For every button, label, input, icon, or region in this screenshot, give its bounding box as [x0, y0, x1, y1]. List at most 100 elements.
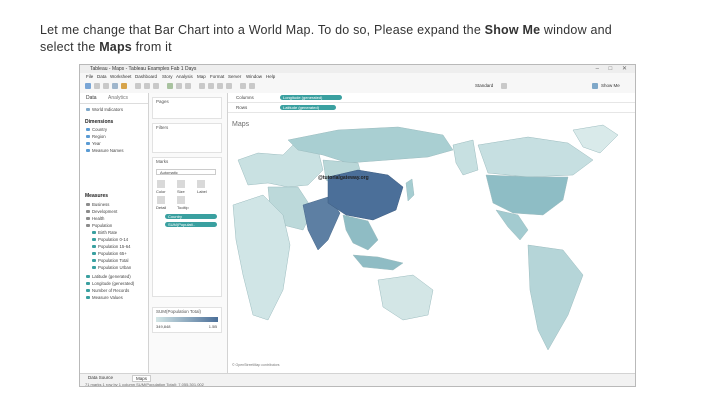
measure-pop-urban[interactable]: Population Urban [92, 265, 131, 270]
color-button[interactable]: Color [156, 189, 166, 194]
hash-icon [92, 252, 96, 256]
menu-analysis[interactable]: Analysis [176, 74, 193, 79]
menu-file[interactable]: File [86, 74, 93, 79]
menu-bar: File Data Worksheet Dashboard Story Anal… [80, 73, 635, 80]
latitude-pill[interactable]: Latitude (generated) [280, 105, 336, 110]
measure-number-of-records[interactable]: Number of Records [86, 288, 129, 293]
tab-data[interactable]: Data [86, 95, 97, 101]
legend-gradient [156, 317, 218, 322]
share-icon[interactable] [249, 83, 255, 89]
map-view[interactable]: Maps @tutorialgateway.org © OpenStreetMa… [228, 115, 636, 373]
measure-values[interactable]: Measure Values [86, 295, 123, 300]
rows-shelf[interactable]: Rows Latitude (generated) [228, 103, 635, 113]
measure-folder-development[interactable]: Development [86, 209, 117, 214]
menu-format[interactable]: Format [210, 74, 224, 79]
menu-map[interactable]: Map [197, 74, 206, 79]
measure-birth-rate[interactable]: Birth Rate [92, 230, 117, 235]
country-pill[interactable]: Country [165, 214, 217, 219]
label-icon[interactable] [197, 180, 205, 188]
new-sheet-icon[interactable] [135, 83, 141, 89]
highlight-icon[interactable] [199, 83, 205, 89]
save-icon[interactable] [112, 83, 118, 89]
menu-story[interactable]: Story [162, 74, 173, 79]
tooltip-icon[interactable] [177, 196, 185, 204]
canada-region [477, 136, 594, 178]
new-datasource-icon[interactable] [121, 83, 127, 89]
size-button[interactable]: Size [177, 189, 185, 194]
legend-min: 349,848 [156, 324, 171, 329]
datasource-tab[interactable]: Data Source [88, 375, 113, 380]
legend-title: SUM(Population Total) [156, 309, 201, 314]
labels-icon[interactable] [217, 83, 223, 89]
clear-icon[interactable] [153, 83, 159, 89]
dimension-measure-names[interactable]: Measure Names [86, 148, 124, 153]
fix-axes-icon[interactable] [226, 83, 232, 89]
dimension-year[interactable]: Year [86, 141, 101, 146]
status-info: 71 marks 1 row by 1 column SUM(Populatio… [85, 382, 204, 387]
longitude-pill[interactable]: Longitude (generated) [280, 95, 342, 100]
fit-icon[interactable] [501, 83, 507, 89]
dimension-country[interactable]: Country [86, 127, 107, 132]
menu-dashboard[interactable]: Dashboard [135, 74, 157, 79]
datasource-item[interactable]: World Indicators [86, 107, 123, 112]
view-size-dropdown[interactable]: Standard [475, 83, 493, 88]
columns-shelf[interactable]: Columns Longitude (generated) [228, 93, 635, 103]
size-icon[interactable] [177, 180, 185, 188]
caption-text: from it [131, 40, 172, 54]
swap-icon[interactable] [167, 83, 173, 89]
caption-text: Let me change that Bar Chart into a Worl… [40, 23, 485, 37]
measure-folder-health[interactable]: Health [86, 216, 104, 221]
measure-pop-0-14[interactable]: Population 0-14 [92, 237, 128, 242]
globe-icon [86, 128, 90, 132]
folder-icon [86, 217, 90, 221]
detail-icon[interactable] [157, 196, 165, 204]
world-map[interactable] [228, 115, 636, 373]
window-controls[interactable]: – □ ✕ [596, 65, 631, 72]
measure-longitude[interactable]: Longitude (generated) [86, 281, 134, 286]
redo-icon[interactable] [103, 83, 109, 89]
measure-pop-15-64[interactable]: Population 15-64 [92, 244, 131, 249]
show-me-icon[interactable] [592, 83, 598, 89]
mark-type-dropdown[interactable]: Automatic [156, 169, 216, 175]
dimension-region[interactable]: Region [86, 134, 106, 139]
measure-latitude[interactable]: Latitude (generated) [86, 274, 131, 279]
abc-icon [86, 149, 90, 153]
calendar-icon [86, 142, 90, 146]
color-icon[interactable] [157, 180, 165, 188]
undo-icon[interactable] [94, 83, 100, 89]
pages-label: Pages [156, 99, 169, 104]
field-label: Health [92, 216, 105, 221]
hash-icon [92, 266, 96, 270]
measure-pop-total[interactable]: Population Total [92, 258, 129, 263]
sheet-tab-maps[interactable]: Maps [132, 375, 152, 382]
pages-card[interactable]: Pages [152, 97, 222, 119]
tableau-icon[interactable] [85, 83, 91, 89]
measure-folder-population[interactable]: Population [86, 223, 112, 228]
menu-server[interactable]: Server [228, 74, 241, 79]
menu-worksheet[interactable]: Worksheet [110, 74, 131, 79]
tooltip-button[interactable]: Tooltip [177, 205, 189, 210]
sort-desc-icon[interactable] [185, 83, 191, 89]
hash-icon [86, 296, 90, 300]
menu-window[interactable]: Window [246, 74, 262, 79]
menu-data[interactable]: Data [97, 74, 107, 79]
sort-asc-icon[interactable] [176, 83, 182, 89]
status-bar: Data Source Maps 71 marks 1 row by 1 col… [80, 373, 635, 387]
measure-pop-65[interactable]: Population 65+ [92, 251, 127, 256]
maps-emphasis: Maps [99, 40, 132, 54]
label-button[interactable]: Label [197, 189, 207, 194]
filters-label: Filters [156, 125, 169, 130]
detail-button[interactable]: Detail [156, 205, 166, 210]
measure-folder-business[interactable]: Business [86, 202, 109, 207]
duplicate-icon[interactable] [144, 83, 150, 89]
tab-analytics[interactable]: Analytics [108, 95, 128, 101]
show-me-button[interactable]: Show Me [601, 83, 620, 88]
group-icon[interactable] [208, 83, 214, 89]
sum-population-pill[interactable]: SUM(Populati.. [165, 222, 217, 227]
field-label: Region [92, 134, 106, 139]
filters-card[interactable]: Filters [152, 123, 222, 153]
color-legend[interactable]: SUM(Population Total) 349,848 1.5B [152, 307, 222, 333]
menu-help[interactable]: Help [266, 74, 275, 79]
south-america-region [527, 244, 584, 351]
presentation-icon[interactable] [240, 83, 246, 89]
